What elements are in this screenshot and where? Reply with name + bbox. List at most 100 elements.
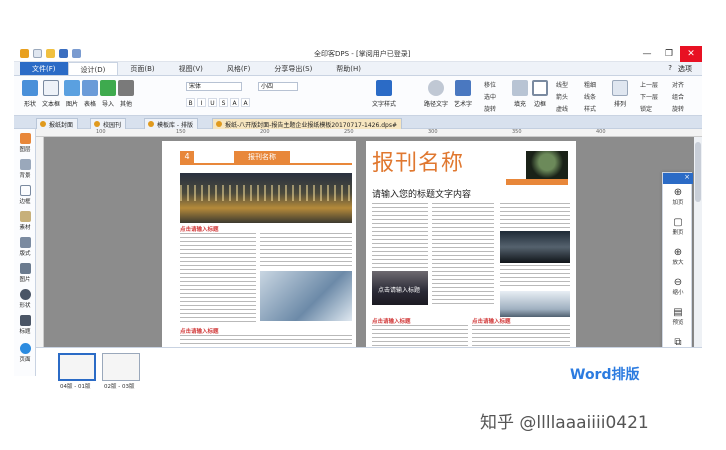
image-button[interactable]: 图片	[64, 80, 80, 108]
tab-newspaper-cover[interactable]: 报纸封面	[36, 118, 79, 129]
rotate-button[interactable]: 旋转	[672, 104, 684, 113]
italic-button[interactable]: I	[197, 98, 206, 107]
text-style-button[interactable]: 文字样式	[372, 80, 396, 108]
group-button[interactable]: 组合	[672, 92, 684, 101]
textbox-button[interactable]: 文本框	[42, 80, 60, 108]
shape-style[interactable]: 样式	[584, 104, 596, 113]
delete-page-button[interactable]: ▢ 删页	[663, 217, 693, 236]
line-style[interactable]: 线条	[584, 92, 596, 101]
vertical-scrollbar[interactable]	[694, 137, 702, 347]
hello-image[interactable]	[260, 271, 352, 321]
align-button[interactable]: 对齐	[672, 80, 684, 89]
city-night-image[interactable]	[180, 173, 352, 223]
page2-heading-right[interactable]: 点击请输入标题	[472, 317, 511, 325]
arrange-button[interactable]: 排列	[612, 80, 628, 108]
font-color-button[interactable]: A	[230, 98, 239, 107]
line-type[interactable]: 线型	[556, 80, 568, 89]
fill-button[interactable]: 填充	[512, 80, 528, 108]
page2-heading-left[interactable]: 点击请输入标题	[372, 317, 411, 325]
underline-button[interactable]: U	[208, 98, 217, 107]
document-canvas[interactable]: 4 报刊名称 点击请输入标题 点击请输入标题 报刊名称 请输入您的标题文字内容 …	[44, 137, 694, 347]
tab-active-document[interactable]: 报纸-八开版封面-报告主题企业报纸模板20170717-1426.dps#	[212, 118, 402, 129]
send-backward[interactable]: 下一层	[640, 92, 658, 101]
body-text-column[interactable]	[472, 325, 570, 347]
sidebar-item-shapes[interactable]: 形状	[16, 289, 34, 309]
panel-close-button[interactable]: ×	[663, 173, 693, 184]
thumbnail-page-1[interactable]	[58, 353, 96, 381]
body-text-column[interactable]	[180, 335, 352, 347]
minimize-button[interactable]: —	[636, 46, 658, 62]
sidebar-item-materials[interactable]: 素材	[16, 211, 34, 231]
undo-icon[interactable]	[72, 49, 81, 58]
preview-button[interactable]: ▤ 预览	[663, 307, 693, 326]
new-file-icon[interactable]	[33, 49, 42, 58]
save-icon[interactable]	[59, 49, 68, 58]
font-name-select[interactable]: 宋体	[186, 82, 242, 91]
sidebar-item-titles[interactable]: 标题	[16, 315, 34, 335]
page1-heading-1[interactable]: 点击请输入标题	[180, 225, 219, 233]
menu-file[interactable]: 文件(F)	[20, 62, 68, 75]
body-text-column[interactable]	[372, 325, 468, 347]
page-right[interactable]: 报刊名称 请输入您的标题文字内容 点击请输入标题 点击请输入标题 点击请输入标题	[366, 141, 576, 347]
page1-title[interactable]: 报刊名称	[234, 151, 290, 163]
menu-style[interactable]: 风格(F)	[215, 62, 263, 75]
dash-style[interactable]: 虚线	[556, 104, 568, 113]
add-page-button[interactable]: ⊕ 加页	[663, 187, 693, 206]
thumbnail-page-2[interactable]	[102, 353, 140, 381]
body-text-column[interactable]	[500, 265, 570, 289]
zoom-in-button[interactable]: ⊕ 放大	[663, 247, 693, 266]
dusk-image[interactable]	[500, 231, 570, 263]
highlight-button[interactable]: A	[241, 98, 250, 107]
scroll-thumb[interactable]	[695, 142, 701, 202]
menu-design[interactable]: 设计(D)	[67, 62, 119, 75]
sidebar-item-layers[interactable]: 图层	[16, 133, 34, 153]
font-size-select[interactable]: 小四	[258, 82, 298, 91]
other-button[interactable]: 其他	[118, 80, 134, 108]
body-text-column[interactable]	[180, 233, 256, 323]
body-text-column[interactable]	[432, 203, 494, 307]
tree-image[interactable]	[526, 151, 568, 179]
lock-button[interactable]: 锁定	[640, 104, 652, 113]
body-text-column[interactable]	[372, 203, 428, 269]
table-button[interactable]: 表格	[82, 80, 98, 108]
sunset-image[interactable]: 点击请输入标题	[372, 271, 428, 305]
border-button[interactable]: 边框	[532, 80, 548, 108]
arrow-style[interactable]: 箭头	[556, 92, 568, 101]
help-icon[interactable]: ?	[668, 64, 672, 75]
import-button[interactable]: 导入	[100, 80, 116, 108]
sidebar-item-background[interactable]: 背景	[16, 159, 34, 179]
orange-caption-bar	[506, 179, 568, 185]
line-weight[interactable]: 粗细	[584, 80, 596, 89]
restore-button[interactable]: ❐	[658, 46, 680, 62]
options-button[interactable]: 选项	[678, 64, 692, 75]
body-text-column[interactable]	[500, 203, 570, 229]
sidebar-item-images[interactable]: 图片	[16, 263, 34, 283]
open-folder-icon[interactable]	[46, 49, 55, 58]
menu-page[interactable]: 页面(B)	[118, 62, 166, 75]
page2-subtitle[interactable]: 请输入您的标题文字内容	[372, 187, 471, 200]
menu-help[interactable]: 帮助(H)	[324, 62, 373, 75]
zoom-out-button[interactable]: ⊖ 缩小	[663, 277, 693, 296]
move-option[interactable]: 移位	[484, 80, 496, 89]
menu-share-export[interactable]: 分享导出(S)	[262, 62, 324, 75]
bridge-image[interactable]	[500, 291, 570, 317]
bring-forward[interactable]: 上一层	[640, 80, 658, 89]
tab-campus[interactable]: 校园刊	[90, 118, 127, 129]
page2-title[interactable]: 报刊名称	[372, 145, 464, 177]
path-text-button[interactable]: 路径文字	[424, 80, 448, 108]
art-text-button[interactable]: 艺术字	[454, 80, 472, 108]
sidebar-item-layout[interactable]: 版式	[16, 237, 34, 257]
rotate-option[interactable]: 旋转	[484, 104, 496, 113]
body-text-column[interactable]	[260, 233, 352, 267]
sidebar-item-border[interactable]: 边框	[16, 185, 34, 205]
bold-button[interactable]: B	[186, 98, 195, 107]
strike-button[interactable]: S	[219, 98, 228, 107]
page1-heading-2[interactable]: 点击请输入标题	[180, 327, 219, 335]
sidebar-item-page[interactable]: 页面	[16, 343, 34, 363]
select-option[interactable]: 选中	[484, 92, 496, 101]
shape-button[interactable]: 形状	[22, 80, 38, 108]
menu-view[interactable]: 视图(V)	[167, 62, 215, 75]
page-left[interactable]: 4 报刊名称 点击请输入标题 点击请输入标题	[162, 141, 356, 347]
tab-template-library[interactable]: 模板库 - 排版	[144, 118, 198, 129]
close-button[interactable]: ✕	[680, 46, 702, 62]
